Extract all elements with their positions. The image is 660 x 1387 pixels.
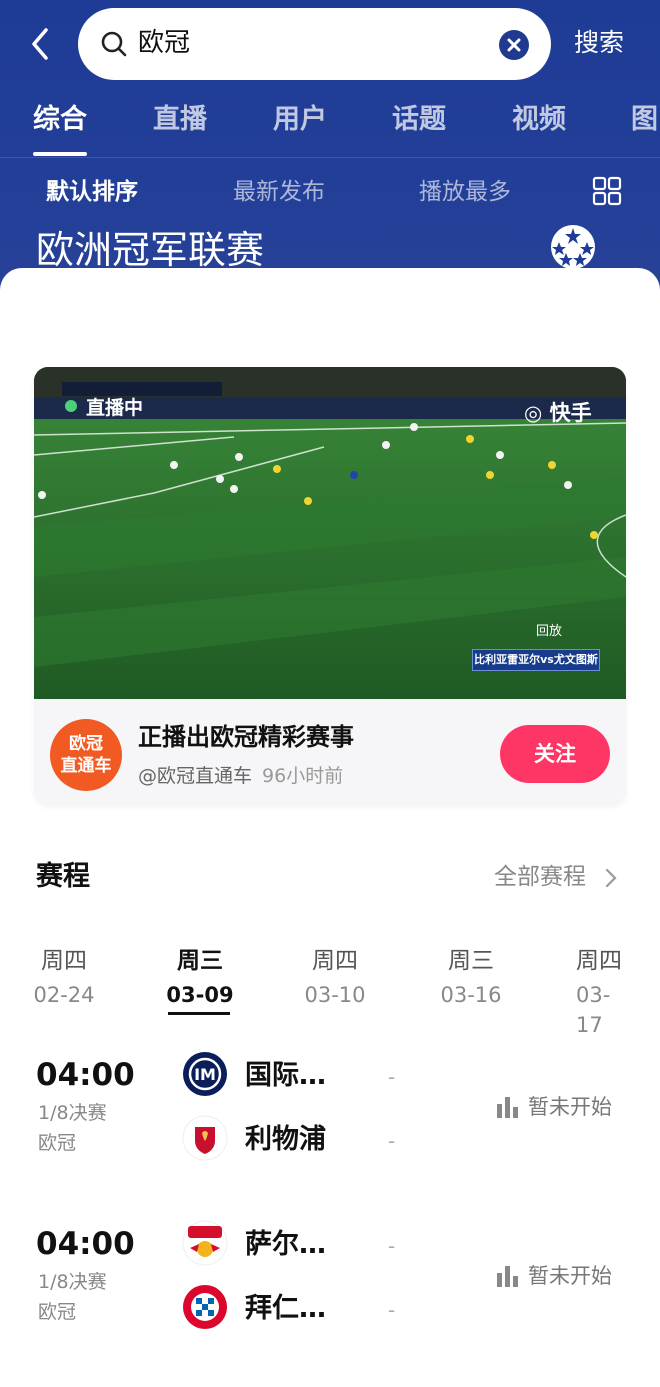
match-round: 1/8决赛: [38, 1102, 107, 1124]
league-title: 欧洲冠军联赛: [36, 228, 265, 272]
search-query: 欧冠: [138, 28, 191, 58]
home-team-name: 萨尔…: [245, 1229, 326, 1260]
stats-bar-icon: [496, 1096, 520, 1126]
kuaishou-logo: ◎ 快手: [524, 399, 592, 427]
search-icon: [100, 30, 128, 62]
match-round: 1/8决赛: [38, 1271, 107, 1293]
day-date: 03-16: [440, 983, 502, 1007]
liverpool-logo-icon: [182, 1115, 228, 1161]
author-line: @欧冠直通车 96小时前: [138, 763, 343, 789]
clear-search-icon[interactable]: [499, 30, 529, 60]
bayern-munich-logo-icon: [182, 1284, 228, 1330]
replay-label: 回放: [536, 624, 563, 639]
match-row[interactable]: 04:00 1/8决赛 欧冠 IM 国际… - 利物浦 - 暂未开始: [0, 1051, 660, 1204]
avatar-text-line1: 欧冠: [69, 734, 103, 754]
match-time: 04:00: [36, 1057, 135, 1093]
day-tab[interactable]: 周四 03-17: [566, 944, 636, 1040]
inter-milan-logo-icon: IM: [182, 1051, 228, 1097]
day-date: 03-09: [166, 983, 234, 1007]
tab-all[interactable]: 综合: [33, 100, 87, 140]
day-weekday: 周四: [41, 948, 87, 974]
day-weekday: 周三: [177, 948, 223, 974]
away-team-name: 拜仁…: [245, 1293, 326, 1324]
author-avatar[interactable]: 欧冠 直通车: [50, 719, 122, 791]
away-team-score: -: [388, 1129, 396, 1153]
day-date: 02-24: [33, 983, 95, 1007]
divider: [0, 157, 660, 158]
post-time: 96小时前: [262, 765, 344, 787]
day-tab[interactable]: 周四 03-10: [295, 944, 375, 1010]
search-button[interactable]: 搜索: [574, 26, 624, 60]
match-status-text: 暂未开始: [528, 1264, 612, 1288]
follow-button[interactable]: 关注: [500, 725, 610, 783]
match-time: 04:00: [36, 1226, 135, 1262]
sort-default[interactable]: 默认排序: [46, 175, 138, 209]
away-team-name: 利物浦: [245, 1124, 326, 1155]
chevron-right-icon[interactable]: [604, 868, 618, 892]
video-title[interactable]: 正播出欧冠精彩赛事: [138, 721, 354, 753]
home-team-score: -: [388, 1234, 396, 1258]
away-team-score: -: [388, 1298, 396, 1322]
day-weekday: 周四: [576, 948, 622, 974]
schedule-title: 赛程: [36, 861, 90, 892]
tab-images[interactable]: 图: [631, 100, 658, 140]
all-schedule-link[interactable]: 全部赛程: [494, 861, 586, 893]
day-date: 03-10: [304, 983, 366, 1007]
day-tab-selected[interactable]: 周三 03-09: [160, 944, 240, 1010]
back-arrow-icon[interactable]: [22, 24, 62, 64]
avatar-text-line2: 直通车: [60, 756, 112, 776]
live-badge: 直播中: [86, 397, 144, 419]
tab-live[interactable]: 直播: [153, 100, 207, 140]
search-input[interactable]: 欧冠: [78, 8, 551, 80]
platform-name: 快手: [549, 401, 592, 425]
tab-videos[interactable]: 视频: [512, 100, 566, 140]
video-card[interactable]: 直播中 ◎ 快手 回放 比利亚雷亚尔vs尤文图斯 欧冠 直通车 正播出欧冠精彩赛…: [34, 367, 626, 805]
day-tab[interactable]: 周四 02-24: [24, 944, 104, 1010]
salzburg-logo-icon: [182, 1220, 228, 1266]
sort-most-played[interactable]: 播放最多: [419, 175, 511, 209]
selected-day-indicator: [168, 1012, 230, 1015]
day-weekday: 周四: [312, 948, 358, 974]
kuaishou-icon: ◎: [524, 401, 550, 425]
live-dot-icon: [65, 400, 77, 412]
tab-users[interactable]: 用户: [273, 100, 327, 140]
svg-text:IM: IM: [194, 1065, 216, 1084]
home-team-name: 国际…: [245, 1060, 326, 1091]
day-tab[interactable]: 周三 03-16: [431, 944, 511, 1010]
match-caption: 比利亚雷亚尔vs尤文图斯: [472, 649, 600, 671]
stats-bar-icon: [496, 1265, 520, 1295]
home-team-score: -: [388, 1065, 396, 1089]
match-competition: 欧冠: [38, 1301, 77, 1323]
sort-latest[interactable]: 最新发布: [233, 175, 325, 209]
author-name[interactable]: @欧冠直通车: [138, 765, 252, 787]
match-competition: 欧冠: [38, 1132, 77, 1154]
tab-topics[interactable]: 话题: [392, 100, 446, 140]
day-date: 03-17: [576, 983, 611, 1037]
match-row[interactable]: 04:00 1/8决赛 欧冠 萨尔… - 拜仁… - 暂未开始: [0, 1220, 660, 1373]
active-tab-indicator: [33, 152, 87, 156]
day-weekday: 周三: [448, 948, 494, 974]
grid-view-icon[interactable]: [592, 176, 622, 206]
match-status-text: 暂未开始: [528, 1095, 612, 1119]
